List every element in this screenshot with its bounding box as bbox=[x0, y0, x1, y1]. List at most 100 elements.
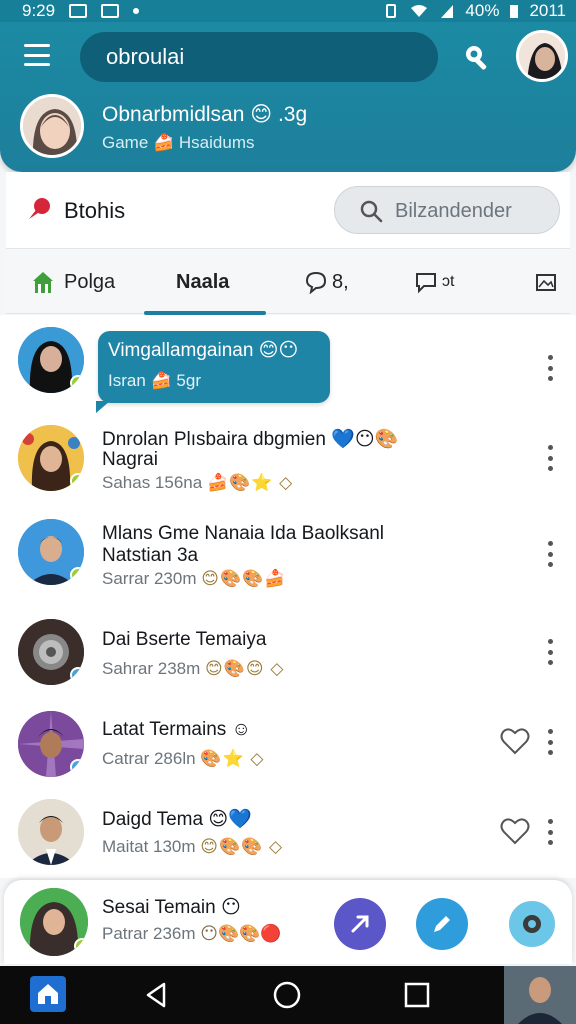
online-indicator bbox=[70, 567, 84, 583]
emoji-reactions: 🍰🎨⭐ ◇ bbox=[206, 473, 294, 492]
avatar-image bbox=[18, 799, 84, 865]
recent-app-thumbnail[interactable] bbox=[504, 966, 576, 1024]
chat-name: Vimgallamgainan 😊😶 bbox=[108, 340, 299, 361]
online-indicator bbox=[70, 375, 84, 391]
tab-messages[interactable]: ɔt bbox=[414, 249, 454, 315]
list-item[interactable]: Dnrolan Plısbaira dbgmien 💙😶🎨 Nagrai Sah… bbox=[0, 413, 576, 505]
header-search-text: obroulai bbox=[106, 44, 185, 69]
list-item[interactable]: Daigd Tema 😊💙 Maitat 130m 😊🎨🎨 ◇ bbox=[0, 793, 576, 885]
mail-icon bbox=[69, 4, 88, 18]
title-bar: Btohis Bilzandender bbox=[6, 172, 570, 248]
menu-button[interactable] bbox=[24, 44, 50, 66]
emoji-reactions: 🎨⭐ ◇ bbox=[200, 749, 265, 768]
settings-icon[interactable] bbox=[462, 42, 492, 72]
camera-icon bbox=[523, 915, 541, 933]
status-extra: 2011 bbox=[529, 1, 566, 20]
chat-bubble-icon bbox=[305, 271, 327, 294]
emoji-reactions: 😊🎨🎨 ◇ bbox=[200, 837, 284, 856]
chat-meta: Patrar 236m 😶🎨🎨🔴 bbox=[102, 924, 282, 943]
list-item[interactable]: Latat Termains ☺ Catrar 286ln 🎨⭐ ◇ bbox=[0, 705, 576, 797]
chat-meta: Catrar 286ln 🎨⭐ ◇ bbox=[102, 749, 265, 768]
share-button[interactable] bbox=[334, 898, 386, 950]
chat-name-secondary: Nagrai bbox=[102, 449, 158, 470]
dot-icon bbox=[133, 8, 140, 14]
list-item[interactable]: Dai Bserte Temaiya Sahrar 238m 😊🎨😊 ◇ bbox=[0, 607, 576, 699]
house-icon bbox=[33, 272, 53, 293]
tab-polga[interactable]: Polga bbox=[30, 249, 115, 315]
tab-label: Polga bbox=[64, 270, 116, 293]
menu-icon bbox=[24, 44, 50, 47]
pin-icon bbox=[29, 198, 50, 219]
image-icon bbox=[536, 274, 556, 291]
emoji-reactions: 😊🎨😊 ◇ bbox=[205, 659, 285, 678]
more-options-button[interactable] bbox=[546, 541, 554, 567]
profile-avatar[interactable] bbox=[20, 94, 84, 158]
chat-name: Mlans Gme Nanaia Ida Baolksanl bbox=[102, 523, 384, 544]
tab-gallery[interactable] bbox=[534, 249, 558, 315]
more-options-button[interactable] bbox=[546, 445, 554, 471]
avatar bbox=[18, 711, 84, 777]
emoji-reactions: 😶🎨🎨🔴 bbox=[200, 924, 282, 943]
chat-list: Vimgallamgainan 😊😶 Isran 🍰 5gr Dnrolan P… bbox=[0, 315, 576, 878]
back-icon[interactable] bbox=[140, 978, 174, 1012]
list-item[interactable]: Vimgallamgainan 😊😶 Isran 🍰 5gr bbox=[0, 321, 576, 413]
tab-label: 8, bbox=[332, 270, 349, 293]
avatar bbox=[20, 888, 88, 956]
online-indicator bbox=[70, 759, 84, 775]
more-options-button[interactable] bbox=[546, 819, 554, 845]
avatar bbox=[18, 425, 84, 491]
tab-label: Naala bbox=[176, 270, 230, 293]
system-nav-bar bbox=[0, 966, 576, 1024]
notification-icon bbox=[101, 4, 120, 18]
heart-icon[interactable] bbox=[500, 727, 530, 755]
profile-subtitle: Game 🍰 Hsaidums bbox=[102, 133, 255, 152]
avatar bbox=[18, 799, 84, 865]
message-square-icon bbox=[416, 273, 436, 294]
arrow-icon bbox=[351, 915, 369, 933]
search-placeholder: Bilzandender bbox=[395, 200, 512, 222]
avatar bbox=[18, 519, 84, 585]
chat-name: Dnrolan Plısbaira dbgmien 💙😶🎨 bbox=[102, 429, 399, 450]
heart-icon[interactable] bbox=[500, 817, 530, 845]
chat-meta: Sahrar 238m 😊🎨😊 ◇ bbox=[102, 659, 285, 678]
tab-bar: Polga Naala 8, ɔt bbox=[6, 248, 570, 315]
edit-button[interactable] bbox=[416, 898, 468, 950]
wifi-icon bbox=[411, 5, 428, 17]
vibrate-icon bbox=[386, 4, 397, 18]
home-icon bbox=[38, 984, 58, 1004]
status-bar: 9:29 40% 2011 bbox=[0, 0, 576, 22]
online-indicator bbox=[70, 473, 84, 489]
camera-button[interactable] bbox=[506, 898, 558, 950]
pencil-icon bbox=[434, 916, 450, 932]
emoji-reactions: 😊🎨🎨🍰 bbox=[201, 569, 287, 588]
recents-icon[interactable] bbox=[400, 978, 434, 1012]
thumbnail-image bbox=[504, 966, 576, 1024]
status-time: 9:29 bbox=[22, 1, 56, 20]
battery-level: 40% bbox=[465, 1, 500, 20]
search-input[interactable]: Bilzandender bbox=[334, 186, 560, 234]
more-options-button[interactable] bbox=[546, 355, 554, 381]
online-indicator bbox=[74, 938, 88, 954]
header-avatar[interactable] bbox=[516, 30, 568, 82]
home-circle-icon[interactable] bbox=[270, 978, 304, 1012]
tab-label: ɔt bbox=[442, 273, 455, 290]
tab-chat[interactable]: 8, bbox=[304, 249, 349, 315]
chat-name: Sesai Temain 😶 bbox=[102, 897, 241, 918]
avatar bbox=[18, 619, 84, 685]
tab-naala[interactable]: Naala bbox=[176, 249, 229, 315]
current-chat-card[interactable]: Sesai Temain 😶 Patrar 236m 😶🎨🎨🔴 bbox=[4, 880, 572, 964]
chat-meta: Sarrar 230m 😊🎨🎨🍰 bbox=[102, 569, 287, 588]
chat-meta: Isran 🍰 5gr bbox=[108, 371, 201, 390]
more-options-button[interactable] bbox=[546, 729, 554, 755]
chat-name: Dai Bserte Temaiya bbox=[102, 629, 267, 650]
profile-name: Obnarbmidlsan 😊 .3g bbox=[102, 103, 308, 126]
highlighted-chat-bubble[interactable]: Vimgallamgainan 😊😶 Isran 🍰 5gr bbox=[96, 331, 330, 413]
avatar bbox=[18, 327, 84, 393]
home-app-icon[interactable] bbox=[30, 976, 66, 1012]
header-search-input[interactable]: obroulai bbox=[80, 32, 438, 82]
app-header: obroulai Obnarbmidlsan 😊 .3g Game 🍰 Hsai… bbox=[0, 22, 576, 172]
signal-icon bbox=[441, 5, 454, 18]
more-options-button[interactable] bbox=[546, 639, 554, 665]
online-indicator bbox=[70, 667, 84, 683]
list-item[interactable]: Mlans Gme Nanaia Ida Baolksanl Natstian … bbox=[0, 511, 576, 603]
